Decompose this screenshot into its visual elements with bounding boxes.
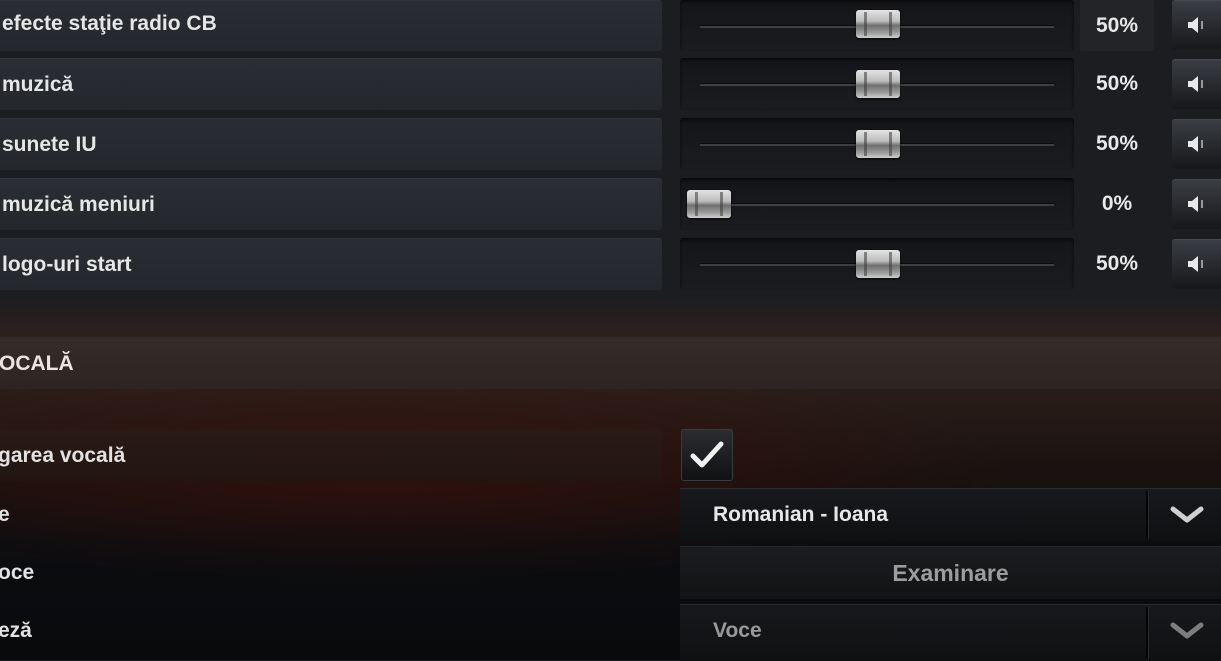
checkmark-icon [690,441,724,468]
voice-dropdown[interactable]: Romanian - Ioana [680,488,1221,541]
dropdown-divider [1146,607,1148,659]
voice-enable-label: garea vocală [0,444,126,467]
volume-percent: 50% [1080,0,1154,51]
dropdown-divider [1146,491,1148,539]
section-title: OCALĂ [0,352,74,375]
volume-slider-start-logos[interactable] [680,238,1074,290]
slider-thumb[interactable] [856,70,900,98]
audio-row-music: muzică [0,58,662,110]
volume-percent: 0% [1101,192,1133,215]
volume-percent: 50% [1095,72,1139,95]
voice-select-row: e [0,488,662,540]
audio-row-start-logos: logo-uri start [0,238,662,290]
voice-mode-row: eză [0,604,662,656]
voice-preview-label: oce [0,561,35,584]
voice-enable-row: garea vocală [0,429,662,481]
mute-button-start-logos[interactable] [1172,239,1221,289]
audio-row-label: efecte staţie radio CB [2,12,217,35]
volume-slider-menu-music[interactable] [680,178,1074,230]
voice-enable-checkbox[interactable] [681,429,733,481]
audio-row-label: logo-uri start [2,253,132,276]
speaker-icon [1188,76,1203,92]
audio-row-label: muzică meniuri [2,193,155,216]
audio-row-label: muzică [2,73,74,96]
voice-mode-label: eză [0,619,32,642]
mute-button-menu-music[interactable] [1172,179,1221,229]
chevron-down-icon[interactable] [1170,622,1204,640]
voice-dropdown-value: Romanian - Ioana [713,503,889,526]
mute-button-ui-sounds[interactable] [1172,119,1221,169]
chevron-down-icon[interactable] [1170,506,1204,524]
mute-button-cb-radio[interactable] [1172,0,1221,50]
speaker-icon [1188,136,1203,152]
section-header-voice: OCALĂ [0,337,1221,389]
audio-row-label: sunete IU [2,133,97,156]
voice-select-label: e [0,503,10,526]
slider-thumb[interactable] [856,10,900,38]
volume-slider-music[interactable] [680,58,1074,110]
voice-preview-row: oce [0,546,662,598]
mute-button-music[interactable] [1172,59,1221,109]
preview-button[interactable]: Examinare [680,546,1221,599]
speaker-icon [1188,17,1203,33]
slider-thumb[interactable] [856,130,900,158]
audio-row-ui-sounds: sunete IU [0,118,662,170]
volume-percent: 50% [1095,252,1139,275]
slider-thumb[interactable] [856,250,900,278]
volume-slider-cb-radio[interactable] [680,0,1074,51]
speaker-icon [1188,256,1203,272]
voice-mode-dropdown[interactable]: Voce [680,604,1221,661]
speaker-icon [1188,196,1203,212]
slider-thumb[interactable] [687,190,731,218]
volume-slider-ui-sounds[interactable] [680,118,1074,170]
audio-row-menu-music: muzică meniuri [0,178,662,230]
volume-percent: 50% [1095,132,1139,155]
slider-track [700,203,1054,206]
audio-row-cb-radio: efecte staţie radio CB [0,0,662,51]
voice-mode-dropdown-value: Voce [713,619,762,642]
